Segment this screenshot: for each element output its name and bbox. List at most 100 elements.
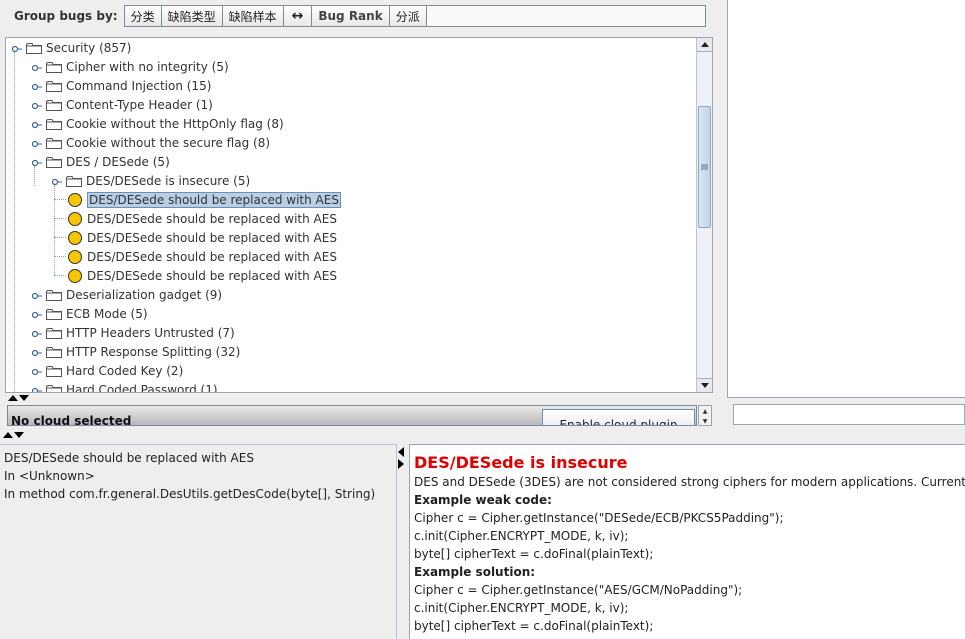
folder-icon (46, 156, 62, 168)
expand-knob-icon[interactable] (31, 100, 42, 110)
spinner-down-icon[interactable]: ▼ (699, 416, 711, 426)
group-button-bug-type[interactable]: 缺陷类型 (161, 6, 223, 26)
folder-icon (46, 61, 62, 73)
weak-code-line: Cipher c = Cipher.getInstance("DESede/EC… (414, 511, 784, 525)
group-swap-button[interactable]: ↔ (283, 6, 313, 26)
tree-node-bug[interactable]: DES/DESede should be replaced with AES (54, 228, 337, 247)
collapse-knob-icon[interactable] (51, 176, 62, 186)
tree-node-label: Security (857) (46, 40, 132, 55)
bug-tree[interactable]: Security (857) Cipher with no integrity … (5, 37, 713, 393)
group-button-category[interactable]: 分类 (124, 6, 162, 26)
split-up-arrow-icon[interactable] (8, 395, 18, 401)
folder-icon (66, 175, 82, 187)
bug-description-panel: DES/DESede is insecure DES and DESede (3… (409, 444, 965, 639)
detail-horizontal-divider[interactable] (397, 444, 408, 639)
scroll-up-arrow-icon[interactable] (697, 38, 712, 52)
bug-rank-icon (68, 211, 82, 226)
expand-knob-icon[interactable] (31, 138, 42, 148)
tree-node-category[interactable]: ECB Mode (5) (31, 304, 148, 323)
tree-node-label: HTTP Response Splitting (32) (66, 344, 241, 359)
detail-split-arrows[interactable] (3, 432, 24, 442)
source-search-field[interactable] (733, 404, 965, 425)
tree-node-label: HTTP Headers Untrusted (7) (66, 325, 235, 340)
tree-node-bug[interactable]: DES/DESede should be replaced with AES (54, 247, 337, 266)
tree-node-category[interactable]: Hard Coded Key (2) (31, 361, 184, 380)
tree-node-category[interactable]: Cipher with no integrity (5) (31, 57, 229, 76)
tree-node-bug[interactable]: DES/DESede should be replaced with AES (54, 266, 337, 285)
tree-node-label: Cookie without the secure flag (8) (66, 135, 271, 150)
summary-location: In <Unknown> (4, 469, 95, 483)
split-pane-arrows[interactable] (8, 395, 29, 405)
tree-node-category[interactable]: HTTP Response Splitting (32) (31, 342, 241, 361)
group-button-designation[interactable]: 分派 (389, 6, 427, 26)
solution-code-line: c.init(Cipher.ENCRYPT_MODE, k, iv); (414, 601, 629, 615)
tree-node-category[interactable]: HTTP Headers Untrusted (7) (31, 323, 235, 342)
tree-node-category[interactable]: Hard Coded Password (1) (31, 380, 218, 393)
vertical-split-divider[interactable] (716, 0, 726, 430)
scroll-down-arrow-icon[interactable] (697, 378, 712, 392)
scroll-thumb[interactable] (698, 106, 711, 228)
tree-node-category[interactable]: Cookie without the secure flag (8) (31, 133, 271, 152)
expand-knob-icon[interactable] (31, 328, 42, 338)
weak-code-label: Example weak code: (414, 493, 552, 507)
tree-node-label: Hard Coded Password (1) (66, 382, 218, 393)
bug-rank-icon (68, 192, 82, 207)
spinner-up-icon[interactable]: ▲ (699, 406, 711, 416)
expand-knob-icon[interactable] (31, 309, 42, 319)
expand-knob-icon[interactable] (31, 62, 42, 72)
tree-node-label: Cipher with no integrity (5) (66, 59, 229, 74)
description-heading: DES/DESede is insecure (414, 453, 628, 472)
tree-node-label: ECB Mode (5) (66, 306, 148, 321)
group-button-bug-rank[interactable]: Bug Rank (312, 6, 390, 26)
tree-vertical-scrollbar[interactable] (696, 38, 712, 392)
expand-knob-icon[interactable] (31, 347, 42, 357)
folder-icon (46, 289, 62, 301)
split-left-arrow-icon[interactable] (398, 447, 404, 457)
tree-node-security[interactable]: Security (857) (11, 38, 132, 57)
solution-code-line: byte[] cipherText = c.doFinal(plainText)… (414, 619, 654, 633)
folder-icon (26, 42, 42, 54)
tree-node-category[interactable]: Content-Type Header (1) (31, 95, 213, 114)
cloud-status-bar: No cloud selected Enable cloud plugin (7, 405, 697, 426)
folder-icon (46, 80, 62, 92)
folder-icon (46, 308, 62, 320)
tree-node-bug[interactable]: DES/DESede should be replaced with AES (54, 190, 341, 209)
cloud-status-text: No cloud selected (11, 414, 132, 426)
expand-knob-icon[interactable] (31, 119, 42, 129)
enable-cloud-plugin-button[interactable]: Enable cloud plugin (542, 409, 695, 425)
folder-icon (46, 118, 62, 130)
summary-title: DES/DESede should be replaced with AES (4, 451, 254, 465)
tree-node-label: Hard Coded Key (2) (66, 363, 184, 378)
expand-knob-icon[interactable] (31, 385, 42, 392)
tree-node-category[interactable]: Deserialization gadget (9) (31, 285, 223, 304)
group-button-bug-pattern[interactable]: 缺陷样本 (222, 6, 284, 26)
collapse-knob-icon[interactable] (11, 43, 22, 53)
tree-node-label: Cookie without the HttpOnly flag (8) (66, 116, 284, 131)
expand-knob-icon[interactable] (31, 290, 42, 300)
split-down-arrow-icon[interactable] (14, 432, 24, 438)
expand-knob-icon[interactable] (31, 157, 42, 167)
expand-knob-icon[interactable] (31, 81, 42, 91)
bug-rank-icon (68, 230, 82, 245)
weak-code-line: c.init(Cipher.ENCRYPT_MODE, k, iv); (414, 529, 629, 543)
cloud-scroll-spinner[interactable]: ▲ ▼ (698, 405, 712, 426)
folder-icon (46, 327, 62, 339)
tree-node-label: DES/DESede should be replaced with AES (87, 211, 337, 226)
tree-node-category[interactable]: DES / DESede (5) (31, 152, 170, 171)
tree-node-bug[interactable]: DES/DESede should be replaced with AES (54, 209, 337, 228)
split-up-arrow-icon[interactable] (3, 432, 13, 438)
expand-knob-icon[interactable] (31, 366, 42, 376)
summary-method: In method com.fr.general.DesUtils.getDes… (4, 487, 376, 501)
tree-node-category[interactable]: Cookie without the HttpOnly flag (8) (31, 114, 284, 133)
group-by-label: Group bugs by: (14, 9, 118, 23)
folder-icon (46, 346, 62, 358)
tree-node-label: Deserialization gadget (9) (66, 287, 223, 302)
solution-label: Example solution: (414, 565, 536, 579)
group-by-toolbar: Group bugs by: 分类 缺陷类型 缺陷样本 ↔ Bug Rank 分… (7, 5, 706, 27)
tree-node-category[interactable]: Command Injection (15) (31, 76, 211, 95)
tree-node-label: DES/DESede should be replaced with AES (87, 230, 337, 245)
split-down-arrow-icon[interactable] (19, 395, 29, 401)
tree-node-label: DES/DESede should be replaced with AES (87, 191, 341, 208)
split-right-arrow-icon[interactable] (398, 459, 404, 469)
tree-node-des-insecure[interactable]: DES/DESede is insecure (5) (51, 171, 250, 190)
